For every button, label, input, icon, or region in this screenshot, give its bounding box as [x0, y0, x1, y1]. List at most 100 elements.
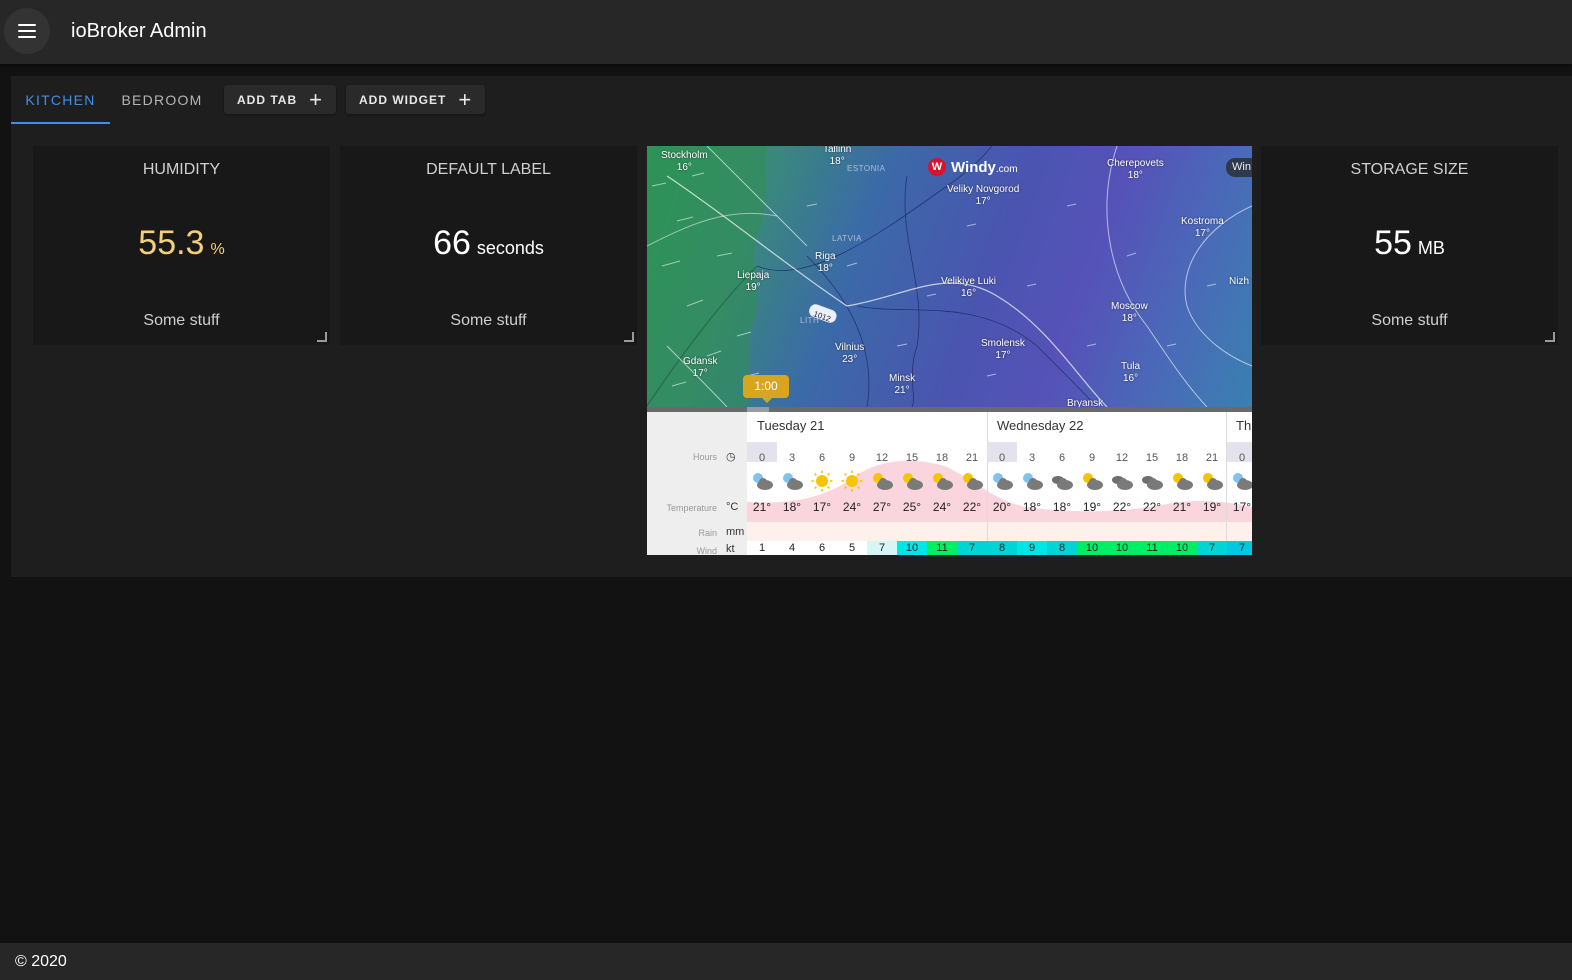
windy-logo-suffix: .com [995, 163, 1018, 175]
widget-default-label[interactable]: DEFAULT LABEL 66 seconds Some stuff [340, 146, 637, 345]
menu-icon [18, 24, 36, 38]
forecast-temperature: 19° [1202, 500, 1222, 514]
map-city: Minsk 21° [889, 373, 916, 396]
country-label: LATVIA [832, 234, 862, 243]
forecast-temperature: 22° [962, 500, 982, 514]
value-unit: seconds [476, 238, 544, 258]
cloud-icon [1049, 470, 1075, 492]
night-cloud-icon [1229, 470, 1252, 492]
forecast-wind: 8 [987, 541, 1017, 555]
forecast-hour: 18 [935, 452, 949, 464]
night-cloud-icon [779, 470, 805, 492]
forecast-hour: 15 [1145, 452, 1159, 464]
widget-footer: Some stuff [143, 312, 220, 329]
map-city: Riga 18° [815, 251, 836, 274]
resize-handle-icon[interactable] [317, 332, 327, 342]
cloud-icon [1109, 470, 1135, 492]
row-label-rain: Rain [698, 528, 717, 538]
forecast-hour: 12 [875, 452, 889, 464]
forecast-wind: 6 [807, 541, 837, 555]
windy-menu-pill[interactable]: Win [1226, 158, 1252, 177]
app-title: ioBroker Admin [71, 20, 207, 42]
forecast-temperature: 20° [992, 500, 1012, 514]
widget-title: DEFAULT LABEL [426, 161, 551, 178]
map-city: Cherepovets 18° [1107, 158, 1164, 181]
map-city: Velikiye Luki 16° [941, 276, 997, 299]
sun-icon [809, 470, 835, 492]
sun-cloud-icon [1199, 470, 1225, 492]
resize-handle-icon[interactable] [1545, 332, 1555, 342]
forecast-temperature: 21° [752, 500, 772, 514]
forecast-temperature: 19° [1082, 500, 1102, 514]
add-tab-button[interactable]: ADD TAB + [224, 85, 336, 114]
forecast-hour: 0 [998, 452, 1006, 464]
forecast-wind: 4 [777, 541, 807, 555]
page-footer: © 2020 [0, 943, 1572, 980]
forecast-wind: 5 [837, 541, 867, 555]
row-unit-wind: kt [726, 543, 735, 555]
forecast-temperature: 24° [842, 500, 862, 514]
value-number: 66 [433, 224, 471, 262]
forecast-hour: 15 [905, 452, 919, 464]
forecast-wind: 8 [1047, 541, 1077, 555]
forecast-temperature: 17° [812, 500, 832, 514]
map-city: Tallinn 18° [823, 146, 852, 167]
cloud-icon [1139, 470, 1165, 492]
map-city: Smolensk 17° [981, 338, 1025, 361]
map-city: Kostroma 17° [1181, 216, 1224, 239]
temperature-curve [747, 460, 1252, 542]
timeline-time-bubble[interactable]: 1:00 [743, 375, 789, 403]
windy-logo-icon: W [928, 158, 946, 176]
widget-title: HUMIDITY [142, 161, 221, 178]
map-city: Vilnius 23° [835, 342, 865, 365]
forecast-hour: 21 [1205, 452, 1219, 464]
row-label-hours: Hours [692, 452, 717, 462]
forecast-wind: 10 [897, 541, 927, 555]
value-unit: % [210, 241, 225, 258]
day-separator [1226, 412, 1227, 555]
map-city: Nizh [1229, 276, 1250, 287]
windy-logo-text: Windy [951, 158, 996, 176]
sun-icon [839, 470, 865, 492]
forecast-wind: 10 [1167, 541, 1197, 555]
forecast-hour: 12 [1115, 452, 1129, 464]
sun-cloud-icon [929, 470, 955, 492]
dashboard-panel: KITCHEN BEDROOM ADD TAB + ADD WIDGET + H… [11, 76, 1572, 577]
night-cloud-icon [1019, 470, 1045, 492]
day-separator [987, 412, 988, 555]
windy-widget[interactable]: ESTONIA LATVIA LITH 1012 Stockholm 16° Ta… [647, 146, 1252, 555]
widget-value: 55.3% [33, 224, 330, 263]
forecast-day: Tuesday 21 [757, 418, 825, 433]
resize-handle-icon[interactable] [624, 332, 634, 342]
forecast-day: Wednesday 22 [997, 418, 1084, 433]
tab-bar: KITCHEN BEDROOM ADD TAB + ADD WIDGET + [11, 76, 1572, 124]
row-label-wind: Wind [696, 546, 717, 555]
widget-storage-size[interactable]: STORAGE SIZE 55 MB Some stuff [1261, 146, 1558, 345]
widget-value: 55 MB [1261, 224, 1558, 263]
tab-kitchen[interactable]: KITCHEN [11, 76, 110, 124]
add-widget-label: ADD WIDGET [359, 92, 447, 107]
map-city: Tula 16° [1121, 361, 1141, 384]
sun-cloud-icon [1169, 470, 1195, 492]
forecast-wind: 10 [1077, 541, 1107, 555]
menu-button[interactable] [4, 8, 50, 54]
windy-logo[interactable]: W Windy.com [928, 158, 1018, 176]
forecast-wind: 9 [1017, 541, 1047, 555]
widget-humidity[interactable]: HUMIDITY 55.3% Some stuff [33, 146, 330, 345]
forecast-hour: 18 [1175, 452, 1189, 464]
forecast-wind: 7 [1197, 541, 1227, 555]
map-city: Moscow 18° [1111, 301, 1148, 324]
row-label-temperature: Temperature [666, 503, 717, 513]
forecast-wind: 11 [927, 541, 957, 555]
forecast-hour: 21 [965, 452, 979, 464]
tab-bedroom[interactable]: BEDROOM [111, 76, 213, 124]
weather-map[interactable]: ESTONIA LATVIA LITH 1012 Stockholm 16° Ta… [647, 146, 1252, 407]
widget-value: 66 seconds [340, 224, 637, 263]
active-tab-indicator [11, 122, 110, 124]
forecast-wind: 7 [957, 541, 987, 555]
app-bar: ioBroker Admin [0, 0, 1572, 64]
country-label: ESTONIA [847, 164, 886, 173]
night-cloud-icon [989, 470, 1015, 492]
add-widget-button[interactable]: ADD WIDGET + [346, 85, 486, 114]
forecast-temperature: 21° [1172, 500, 1192, 514]
